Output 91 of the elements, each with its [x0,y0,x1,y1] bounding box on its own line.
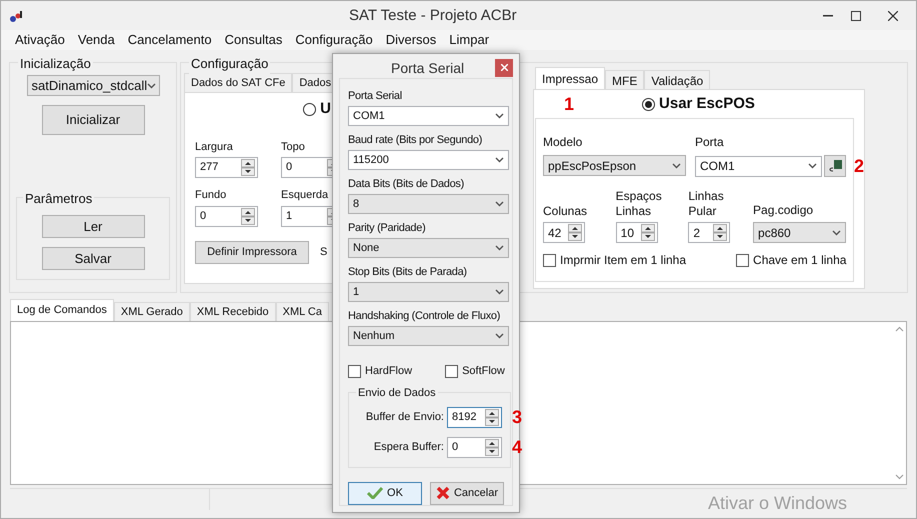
maximize-icon[interactable] [851,10,861,20]
tab[interactable]: XML Gerado [114,302,190,321]
checkbox[interactable] [348,364,361,378]
dropdown[interactable]: Nenhum [348,326,509,346]
tab[interactable]: Impressao [535,67,606,89]
dropdown[interactable]: COM1 [348,106,509,126]
tab[interactable]: XML Ca [276,302,329,321]
field-label: Data Bits (Bits de Dados) [348,177,465,191]
radio-button[interactable] [303,102,316,116]
dropdown[interactable]: COM1 [695,156,822,176]
field-label: Modelo [543,134,584,151]
dropdown[interactable]: 1 [348,282,509,302]
ok-button[interactable]: OK [348,482,422,504]
dropdown[interactable]: ppEscPosEpson [543,155,686,176]
button[interactable]: Inicializar [42,105,144,135]
annotation-number: 3 [512,408,522,426]
checkbox[interactable] [736,254,750,266]
window-title: SAT Teste - Projeto ACBr [349,6,517,26]
dropdown[interactable]: 8 [348,194,509,214]
tab[interactable]: Log de Comandos [10,299,114,321]
spin-field[interactable]: 277 [195,157,258,178]
tab[interactable]: Validação [644,70,710,89]
menu-item[interactable]: Ativação [15,30,65,50]
button[interactable]: Salvar [42,247,144,270]
dialog-title: Porta Serial [391,59,464,78]
dropdown[interactable]: None [348,238,509,258]
menu-item[interactable]: Consultas [224,30,282,50]
minimize-icon[interactable] [823,14,833,16]
close-button[interactable] [495,58,513,76]
checkmark-icon [367,487,384,499]
field-label: Espera Buffer: [374,440,444,455]
field-label: Buffer de Envio: [366,410,444,425]
app-logo-icon [9,8,25,22]
menu-item[interactable]: Venda [78,30,115,50]
field-label: Porta [695,134,725,151]
checkbox[interactable] [445,364,458,378]
spin-arrows-icon[interactable] [640,224,655,241]
dropdown[interactable]: pc860 [753,222,846,243]
spin-arrows-icon[interactable] [241,159,255,176]
spin-arrows-icon[interactable] [485,408,499,426]
spin-arrows-icon[interactable] [568,224,582,241]
checkbox[interactable] [543,254,556,266]
cross-icon [436,486,450,500]
menu-item[interactable]: Configuração [295,30,373,50]
annotation-number: 1 [564,95,574,113]
annotation-number: 4 [512,438,522,456]
spin-field[interactable]: 0 [447,436,502,458]
dropdown[interactable]: 115200 [348,150,509,170]
checkbox-label: SoftFlow [462,364,505,379]
field-label: Esquerda [281,188,330,203]
field-label: Topo [281,140,306,154]
dropdown[interactable]: satDinamico_stdcall [26,75,160,96]
field-label: Fundo [195,188,228,203]
radio-label: U [320,99,331,119]
checkbox-label: Chave em 1 linha [753,252,846,269]
field-label: Parity (Paridade) [348,221,426,235]
field-label: Linhas Pular [688,189,725,219]
spin-arrows-icon[interactable] [485,438,499,456]
field-label: Largura [195,140,234,154]
label-text: S [320,244,328,260]
field-label: Espaços Linhas [616,189,663,219]
tab[interactable]: XML Recebido [190,302,276,321]
spin-field[interactable]: 0 [195,206,258,226]
spin-arrows-icon[interactable] [241,208,255,224]
field-label: Colunas [543,204,588,219]
close-icon[interactable] [888,10,898,20]
tab[interactable]: MFE [605,70,644,89]
field-label: Pag.codigo [753,202,814,219]
radio-label: Usar EscPOS [659,94,755,114]
spin-field[interactable]: 8192 [447,406,502,428]
tab[interactable]: Dados do SAT CFe [184,73,292,92]
spin-field[interactable]: 2 [688,222,730,243]
cancel-button[interactable]: Cancelar [430,482,504,504]
spin-arrows-icon[interactable] [713,224,728,241]
button[interactable]: Ler [42,215,144,238]
field-label: Stop Bits (Bits de Parada) [348,265,468,279]
annotation-number: 2 [854,157,864,175]
checkbox-label: HardFlow [365,364,412,379]
field-label: Baud rate (Bits por Segundo) [348,133,484,147]
activation-watermark: Ativar o Windows [708,492,847,515]
button[interactable]: Definir Impressora [195,240,309,264]
spin-field[interactable]: 10 [616,222,658,243]
spin-field[interactable]: 42 [543,222,585,243]
menu-item[interactable]: Diversos [386,30,436,50]
checkbox-label: Imprmir Item em 1 linha [560,252,686,269]
printer-config-icon[interactable] [824,155,846,177]
radio-button[interactable] [642,98,656,110]
field-label: Handshaking (Controle de Fluxo) [348,309,502,323]
menu-item[interactable]: Limpar [449,30,490,50]
menu-item[interactable]: Cancelamento [128,30,212,50]
field-label: Porta Serial [348,89,403,103]
